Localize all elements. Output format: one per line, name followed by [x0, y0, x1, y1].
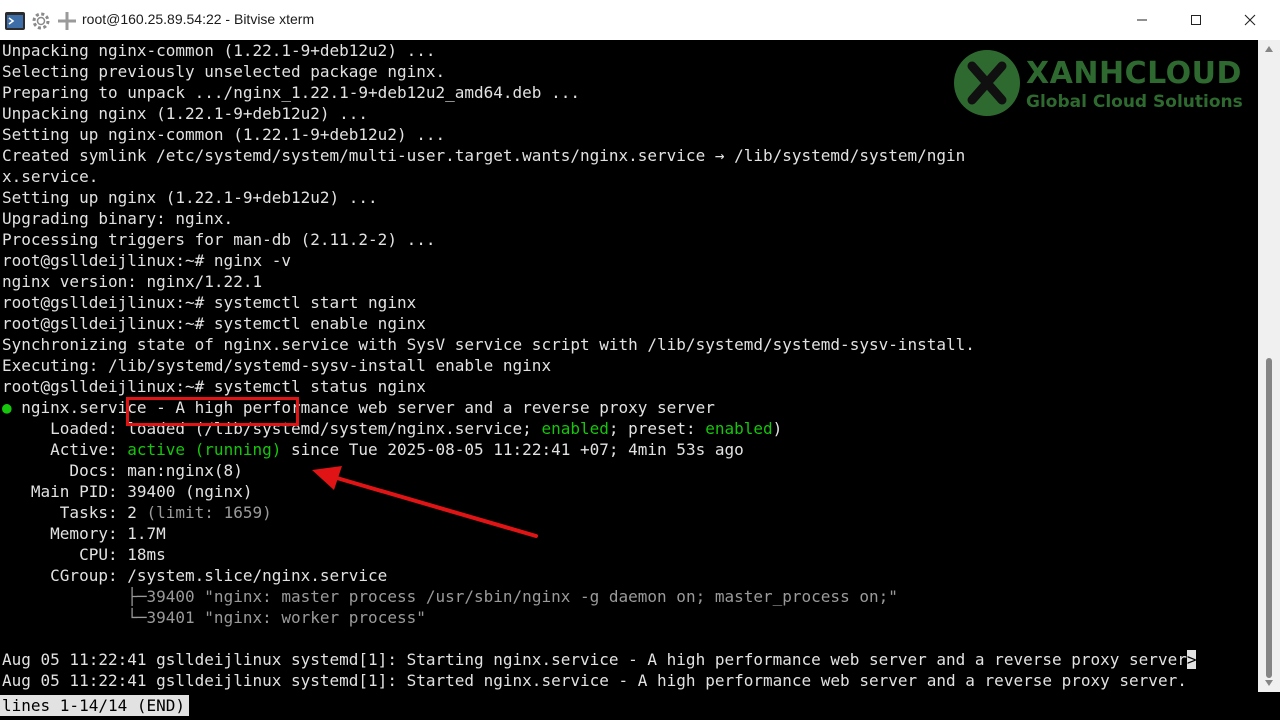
- plus-icon[interactable]: [56, 10, 78, 32]
- terminal-line: Setting up nginx-common (1.22.1-9+deb12u…: [2, 125, 446, 144]
- prompt-line: root@gslldeijlinux:~# systemctl status n…: [2, 377, 426, 396]
- loaded-label: Loaded:: [2, 419, 128, 438]
- tree-branch: └─: [2, 608, 147, 627]
- active-since: since Tue 2025-08-05 11:22:41 +07; 4min …: [281, 440, 744, 459]
- tasks-label: Tasks: 2: [2, 503, 147, 522]
- tasks-limit: (limit: 1659): [146, 503, 272, 522]
- terminal-line: Preparing to unpack .../nginx_1.22.1-9+d…: [2, 83, 580, 102]
- logo-tagline: Global Cloud Solutions: [1026, 92, 1243, 112]
- gear-icon[interactable]: [30, 10, 52, 32]
- prompt-line: root@gslldeijlinux:~# systemctl enable n…: [2, 314, 426, 333]
- terminal-line: Unpacking nginx-common (1.22.1-9+deb12u2…: [2, 41, 436, 60]
- window-title: root@160.25.89.54:22 - Bitvise xterm: [82, 11, 315, 27]
- service-header-line: ● nginx.service - A high performance web…: [2, 397, 715, 418]
- scroll-up-button[interactable]: [1258, 40, 1280, 58]
- tree-branch: ├─: [2, 587, 147, 606]
- process-line: ├─39400 "nginx: master process /usr/sbin…: [2, 586, 898, 607]
- tasks-line: Tasks: 2 (limit: 1659): [2, 502, 272, 523]
- docs-line: Docs: man:nginx(8): [2, 461, 243, 480]
- title-bar: root@160.25.89.54:22 - Bitvise xterm: [0, 0, 1280, 40]
- vertical-scrollbar[interactable]: [1258, 40, 1280, 692]
- loaded-close: ): [772, 419, 783, 438]
- terminal-app-icon[interactable]: [4, 10, 26, 32]
- terminal-line: Executing: /lib/systemd/systemd-sysv-ins…: [2, 356, 552, 375]
- active-line: Active: active (running) since Tue 2025-…: [2, 439, 744, 460]
- cpu-line: CPU: 18ms: [2, 545, 166, 564]
- status-bullet-icon: ●: [2, 398, 12, 417]
- highlight-box: [126, 397, 299, 426]
- prompt-line: root@gslldeijlinux:~# nginx -v: [2, 251, 291, 270]
- terminal-line: nginx version: nginx/1.22.1: [2, 272, 263, 291]
- mainpid-line: Main PID: 39400 (nginx): [2, 482, 253, 501]
- active-state: active (running): [127, 440, 282, 459]
- scroll-up-icon: [1265, 46, 1273, 52]
- scroll-down-button[interactable]: [1258, 674, 1280, 692]
- terminal-line: Processing triggers for man-db (2.11.2-2…: [2, 230, 436, 249]
- logo-emblem-icon: [954, 50, 1020, 116]
- line-overflow-marker: >: [1186, 650, 1197, 669]
- pager-status-bar: lines 1-14/14 (END): [0, 692, 1280, 720]
- terminal-line: Created symlink /etc/systemd/system/mult…: [2, 146, 966, 165]
- maximize-button[interactable]: [1168, 0, 1224, 40]
- terminal-line: Unpacking nginx (1.22.1-9+deb12u2) ...: [2, 104, 369, 123]
- terminal-output[interactable]: Unpacking nginx-common (1.22.1-9+deb12u2…: [0, 40, 1258, 692]
- terminal-line: Selecting previously unselected package …: [2, 62, 446, 81]
- process-line: └─39401 "nginx: worker process": [2, 607, 426, 628]
- preset-state: enabled: [705, 419, 773, 438]
- enabled-state: enabled: [541, 419, 609, 438]
- cgroup-line: CGroup: /system.slice/nginx.service: [2, 566, 388, 585]
- scroll-down-icon: [1265, 680, 1273, 686]
- memory-line: Memory: 1.7M: [2, 524, 166, 543]
- terminal-line: Synchronizing state of nginx.service wit…: [2, 335, 975, 354]
- journal-text: Aug 05 11:22:41 gslldeijlinux systemd[1]…: [2, 650, 1187, 669]
- journal-line: Aug 05 11:22:41 gslldeijlinux systemd[1]…: [2, 671, 1187, 690]
- process-worker: 39401 "nginx: worker process": [146, 608, 426, 627]
- loaded-line: Loaded: loaded (/lib/systemd/system/ngin…: [2, 418, 782, 439]
- terminal-line: x.service.: [2, 167, 99, 186]
- close-button[interactable]: [1222, 0, 1278, 40]
- minimize-button[interactable]: [1114, 0, 1170, 40]
- pager-status: lines 1-14/14 (END): [0, 695, 190, 716]
- maximize-icon: [1191, 15, 1201, 25]
- active-label: Active:: [2, 440, 128, 459]
- terminal-line: Upgrading binary: nginx.: [2, 209, 234, 228]
- process-master: 39400 "nginx: master process /usr/sbin/n…: [146, 587, 898, 606]
- preset-label: ; preset:: [608, 419, 706, 438]
- scrollbar-thumb[interactable]: [1266, 358, 1272, 678]
- minimize-icon: [1137, 19, 1147, 21]
- terminal-line: Setting up nginx (1.22.1-9+deb12u2) ...: [2, 188, 378, 207]
- prompt-line: root@gslldeijlinux:~# systemctl start ng…: [2, 293, 417, 312]
- xanhcloud-logo: XANHCLOUD Global Cloud Solutions: [952, 48, 1252, 118]
- logo-brand: XANHCLOUD: [1026, 56, 1242, 91]
- close-icon: [1244, 14, 1256, 26]
- service-header: nginx.service - A high performance web s…: [11, 398, 715, 417]
- annotation-arrow-icon: [312, 466, 538, 538]
- journal-line: Aug 05 11:22:41 gslldeijlinux systemd[1]…: [2, 649, 1197, 670]
